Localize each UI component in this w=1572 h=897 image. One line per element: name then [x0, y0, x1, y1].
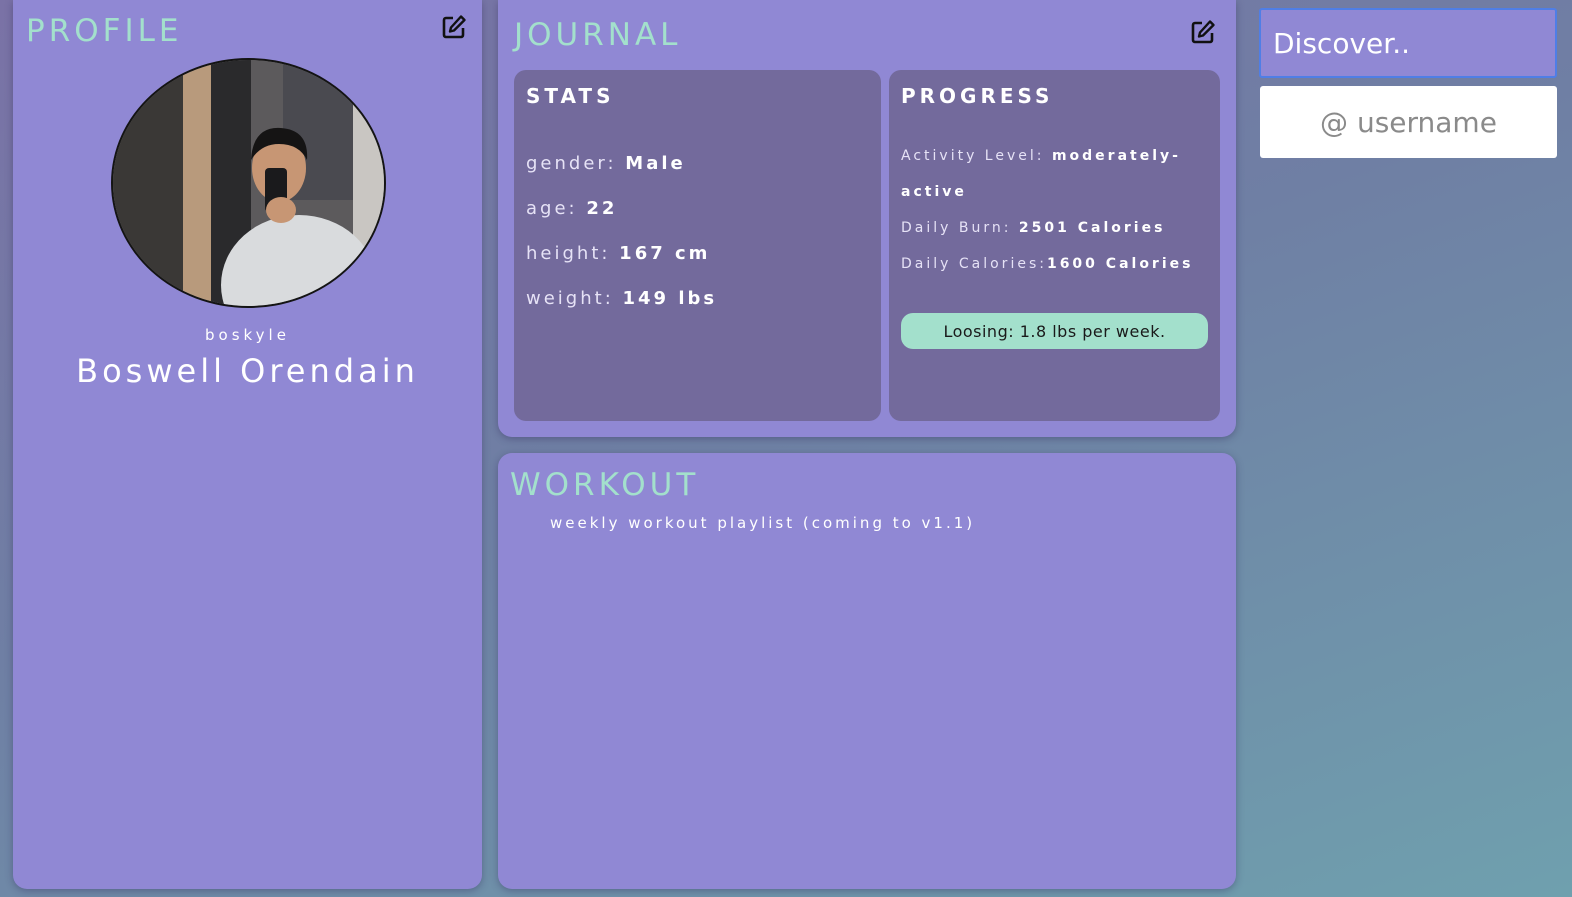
avatar: [111, 58, 386, 308]
daily-burn: Daily Burn: 2501 Calories: [901, 220, 1165, 236]
activity-level-value-continued: active: [901, 184, 967, 200]
stat-height: height: 167 cm: [526, 243, 710, 264]
username-search-input[interactable]: [1260, 86, 1557, 158]
workout-heading: WORKOUT: [510, 467, 700, 503]
stat-label: height:: [526, 243, 620, 264]
workout-card: WORKOUT weekly workout playlist (coming …: [498, 453, 1236, 889]
stats-heading: STATS: [526, 84, 615, 108]
profile-card: PROFILE boskyle Boswell Orendain: [13, 0, 482, 889]
journal-card: JOURNAL STATS gender: Male age: 22 heigh…: [498, 0, 1236, 437]
daily-calories-value: 1600 Calories: [1046, 256, 1194, 272]
discover-search-input[interactable]: [1259, 8, 1557, 78]
edit-profile-button[interactable]: [441, 14, 467, 40]
stat-label: age:: [526, 198, 587, 219]
stats-panel: STATS gender: Male age: 22 height: 167 c…: [514, 70, 881, 421]
edit-square-icon: [442, 15, 466, 39]
progress-panel: PROGRESS Activity Level: moderately- act…: [889, 70, 1220, 421]
workout-note: weekly workout playlist (coming to v1.1): [550, 514, 976, 532]
stat-value: 167 cm: [619, 243, 711, 264]
daily-calories-label: Daily Calories:: [901, 256, 1047, 272]
activity-level-value: moderately-: [1051, 148, 1181, 164]
stat-gender: gender: Male: [526, 153, 686, 174]
profile-heading: PROFILE: [26, 13, 183, 49]
username-handle: boskyle: [205, 326, 290, 344]
edit-journal-button[interactable]: [1190, 19, 1216, 45]
stat-age: age: 22: [526, 198, 617, 219]
activity-level-continued: active: [901, 184, 967, 200]
journal-heading: JOURNAL: [514, 17, 682, 53]
weight-loss-badge: Loosing: 1.8 lbs per week.: [901, 313, 1208, 349]
avatar-photo: [113, 60, 384, 306]
stat-value: 149 lbs: [622, 288, 718, 309]
activity-level: Activity Level: moderately-: [901, 148, 1181, 164]
profile-full-name: Boswell Orendain: [76, 352, 419, 390]
activity-level-label: Activity Level:: [901, 148, 1052, 164]
stat-value: 22: [586, 198, 618, 219]
stat-weight: weight: 149 lbs: [526, 288, 717, 309]
stat-label: gender:: [526, 153, 626, 174]
progress-heading: PROGRESS: [901, 84, 1054, 108]
daily-burn-value: 2501 Calories: [1018, 220, 1166, 236]
daily-calories: Daily Calories:1600 Calories: [901, 256, 1193, 272]
stat-label: weight:: [526, 288, 623, 309]
edit-square-icon: [1191, 20, 1215, 44]
stat-value: Male: [625, 153, 686, 174]
daily-burn-label: Daily Burn:: [901, 220, 1019, 236]
